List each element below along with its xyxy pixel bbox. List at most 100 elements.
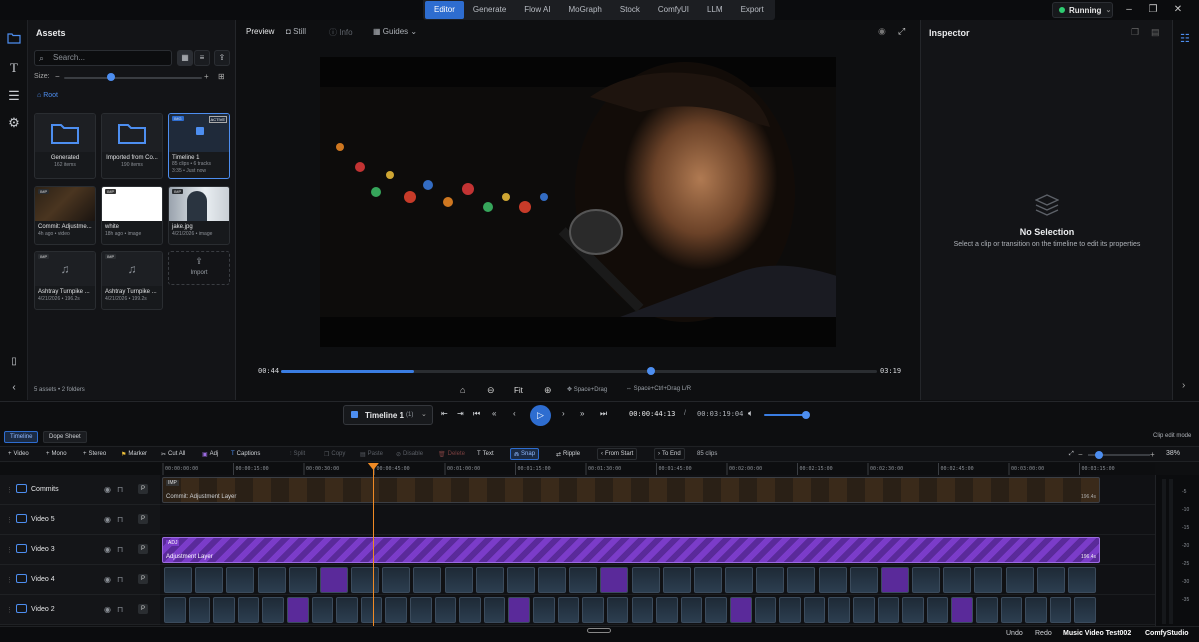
visibility-icon[interactable]: ◉ [104,485,111,494]
clip-thumbnail[interactable] [262,597,284,623]
clip-thumbnail[interactable] [508,597,531,623]
tab-stock[interactable]: Stock [611,1,649,19]
clip-thumbnail[interactable] [311,597,334,623]
split-button[interactable]: ⫶ Split [287,448,308,460]
asset-card-timeline[interactable]: IMG ACTIVE Timeline 1 85 clips • 6 track… [168,113,230,179]
playhead[interactable] [367,463,379,626]
clip-thumbnail[interactable] [1000,597,1023,623]
clip-thumbnail[interactable] [725,567,754,593]
visibility-icon[interactable]: ◉ [104,575,111,584]
tab-preview[interactable]: Preview [246,27,274,36]
list-view-icon[interactable]: ≡ [194,50,210,66]
volume-icon[interactable]: 🔈︎ [748,408,753,419]
clip-adjustment[interactable]: ADJ Adjustment Layer 196.4s [162,537,1100,563]
clip-thumbnail[interactable] [662,567,691,593]
sidebar-toggle-icon[interactable]: ▯ [6,354,22,370]
clip-thumbnail[interactable] [606,597,629,623]
clip-thumbnail[interactable] [287,597,309,623]
clip-thumbnail[interactable] [351,567,380,593]
inspector-tab-icon[interactable]: ☷ [1180,32,1190,45]
close-icon[interactable]: ✕ [1171,4,1185,16]
size-slider[interactable] [64,77,202,79]
clip-thumbnail[interactable] [569,567,598,593]
clip-thumbnail[interactable] [631,597,654,623]
scrubber-track[interactable] [281,370,877,373]
clip-thumbnail[interactable] [852,597,875,623]
timeline-zoom-in-icon[interactable]: + [1150,450,1155,459]
maximize-icon[interactable]: ❐ [1146,4,1160,16]
clip-thumbnail[interactable] [164,567,193,593]
clip-thumbnail[interactable] [877,597,900,623]
track-lane[interactable]: ADJ Adjustment Layer 196.4s [160,535,1155,565]
from-start-button[interactable]: ‹ From Start [597,448,638,460]
text-button[interactable]: T Text [474,448,497,460]
clip-thumbnail[interactable] [538,567,567,593]
cut-all-button[interactable]: ✂ Cut All [158,448,188,460]
captions-button[interactable]: T Captions [228,448,263,460]
clip-thumbnail[interactable] [779,597,801,623]
clip-thumbnail[interactable] [787,567,816,593]
track-p-button[interactable]: P [138,514,148,524]
upload-icon[interactable]: ⇪ [214,50,230,66]
clip-thumbnail[interactable] [926,597,949,623]
import-dropzone[interactable]: ⇪ Import [168,251,230,285]
clip-thumbnail[interactable] [818,567,847,593]
clip-thumbnail[interactable] [475,567,504,593]
track-p-button[interactable]: P [138,484,148,494]
clip-thumbnail[interactable] [226,567,255,593]
collapse-left-icon[interactable]: ‹ [6,380,22,396]
snap-toggle[interactable]: ⋒ Snap [510,448,540,460]
asset-card-audio-1[interactable]: IMP ♫ Ashtray Turnpike ... 4/21/2026 • 1… [34,251,96,310]
eye-icon[interactable]: ◉ [878,26,886,37]
clip-thumbnail[interactable] [880,567,909,593]
clip-thumbnail[interactable] [849,567,878,593]
asset-card-imported[interactable]: Imported from Co... 190 items [101,113,163,179]
tab-editor[interactable]: Editor [425,1,464,19]
track-header[interactable]: ⋮⋮ Video 4 ◉ ⊓ P [0,565,160,595]
paste-icon[interactable]: ▤ [1151,27,1160,38]
clip-thumbnail[interactable] [336,597,358,623]
track-lane[interactable] [160,565,1155,595]
clip-thumbnail[interactable] [506,567,535,593]
asset-card-white[interactable]: IMP white 18h ago • image [101,186,163,245]
folder-icon[interactable] [6,32,22,48]
timeline-ruler[interactable]: 00:00:00:00 00:00:15:00 00:00:30:00 00:00:4… [160,463,1155,475]
tab-flow-ai[interactable]: Flow AI [515,1,559,19]
tab-info[interactable]: ⓘ Info [329,27,353,38]
status-pill[interactable]: Running ⌄ [1052,2,1113,18]
new-folder-icon[interactable]: ⊞ [218,72,225,81]
disable-button[interactable]: ⊘ Disable [393,448,426,460]
ripple-toggle[interactable]: ⇄ Ripple [553,448,583,460]
expand-icon[interactable]: ⤢ [1066,448,1077,460]
clip-thumbnail[interactable] [410,597,432,623]
track-p-button[interactable]: P [138,604,148,614]
guides-dropdown[interactable]: ▦ Guides ⌄ [373,27,417,36]
clip-thumbnail[interactable] [729,597,752,623]
clip-thumbnail[interactable] [951,597,973,623]
zoom-in-icon[interactable]: ⊕ [544,385,552,396]
text-icon[interactable]: T [6,60,22,76]
clip-thumbnail[interactable] [828,597,850,623]
sliders-icon[interactable]: ☰ [6,88,22,104]
clip-thumbnail[interactable] [1036,567,1065,593]
home-icon[interactable]: ⌂ [460,385,465,395]
track-header[interactable]: ⋮⋮ Video 2 ◉ ⊓ P [0,595,160,625]
clip-thumbnail[interactable] [600,567,629,593]
zoom-out-icon[interactable]: ⊖ [487,385,495,396]
step-forward-icon[interactable]: › [562,409,565,418]
go-to-in-icon[interactable]: ⇤ [441,409,448,418]
volume-thumb[interactable] [801,411,810,419]
track-header[interactable]: ⋮⋮ Commits ◉ ⊓ P [0,475,160,505]
add-video-button[interactable]: + Video [5,448,32,460]
clip-thumbnail[interactable] [382,567,411,593]
clip-thumbnail[interactable] [631,567,660,593]
clip-thumbnail[interactable] [902,597,924,623]
clip-thumbnail[interactable] [1074,597,1096,623]
lock-icon[interactable]: ⊓ [117,605,123,614]
track-lane[interactable]: IMP Commit: Adjustment Layer 196.4s [160,475,1155,505]
marker-button[interactable]: ⚑ Marker [118,448,150,460]
step-back-icon[interactable]: ‹ [513,409,516,418]
clip-thumbnail[interactable] [533,597,555,623]
clip-thumbnail[interactable] [444,567,473,593]
clip-commit[interactable]: IMP Commit: Adjustment Layer 196.4s [162,477,1100,503]
